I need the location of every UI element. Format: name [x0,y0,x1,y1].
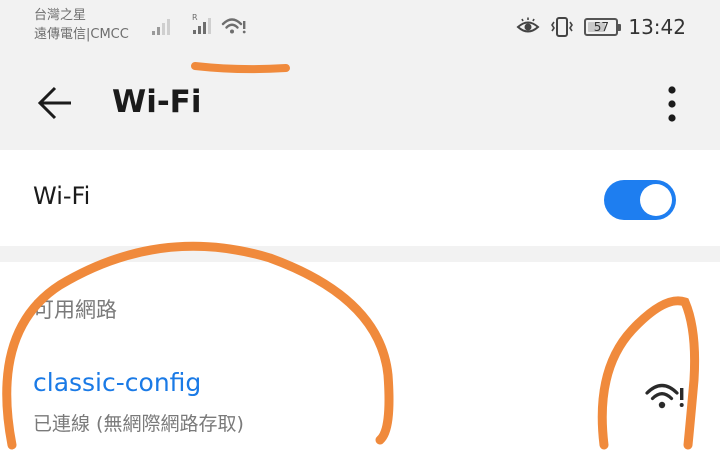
signal-icon [152,19,170,35]
carrier-primary: 台灣之星 [34,8,87,23]
clock: 13:42 [628,15,686,39]
vibrate-icon [551,17,574,37]
wifi-alert-icon [645,383,684,409]
more-vertical-icon [668,86,676,122]
battery-icon: 57 [584,18,622,36]
wifi-toggle-row[interactable]: Wi-Fi [0,150,720,246]
arrow-left-icon [37,86,71,120]
carrier-info: 台灣之星 遠傳電信|CMCC [34,6,129,44]
available-networks-section: 可用網路 classic-config 已連線 (無網際網路存取) [0,262,720,450]
roaming-label: R [192,13,198,22]
title-bar: Wi-Fi [0,58,720,150]
switch-knob [640,184,672,216]
status-bar: 台灣之星 遠傳電信|CMCC R 57 13:42 [0,0,720,58]
wifi-alert-icon [221,18,246,34]
back-button[interactable] [30,78,80,128]
wifi-switch[interactable] [604,180,676,220]
page-title: Wi-Fi [112,84,202,120]
network-name: classic-config [33,368,202,397]
status-indicators: 57 13:42 [516,14,686,40]
roaming-signal-icon: R [192,13,211,34]
eye-comfort-icon [516,17,540,33]
section-header: 可用網路 [33,298,117,322]
carrier-secondary: 遠傳電信|CMCC [34,27,129,42]
network-status: 已連線 (無網際網路存取) [33,413,244,435]
more-options-button[interactable] [652,80,692,128]
battery-level: 57 [593,20,609,34]
wifi-toggle-label: Wi-Fi [33,182,91,210]
network-item[interactable]: classic-config 已連線 (無網際網路存取) [0,352,720,450]
